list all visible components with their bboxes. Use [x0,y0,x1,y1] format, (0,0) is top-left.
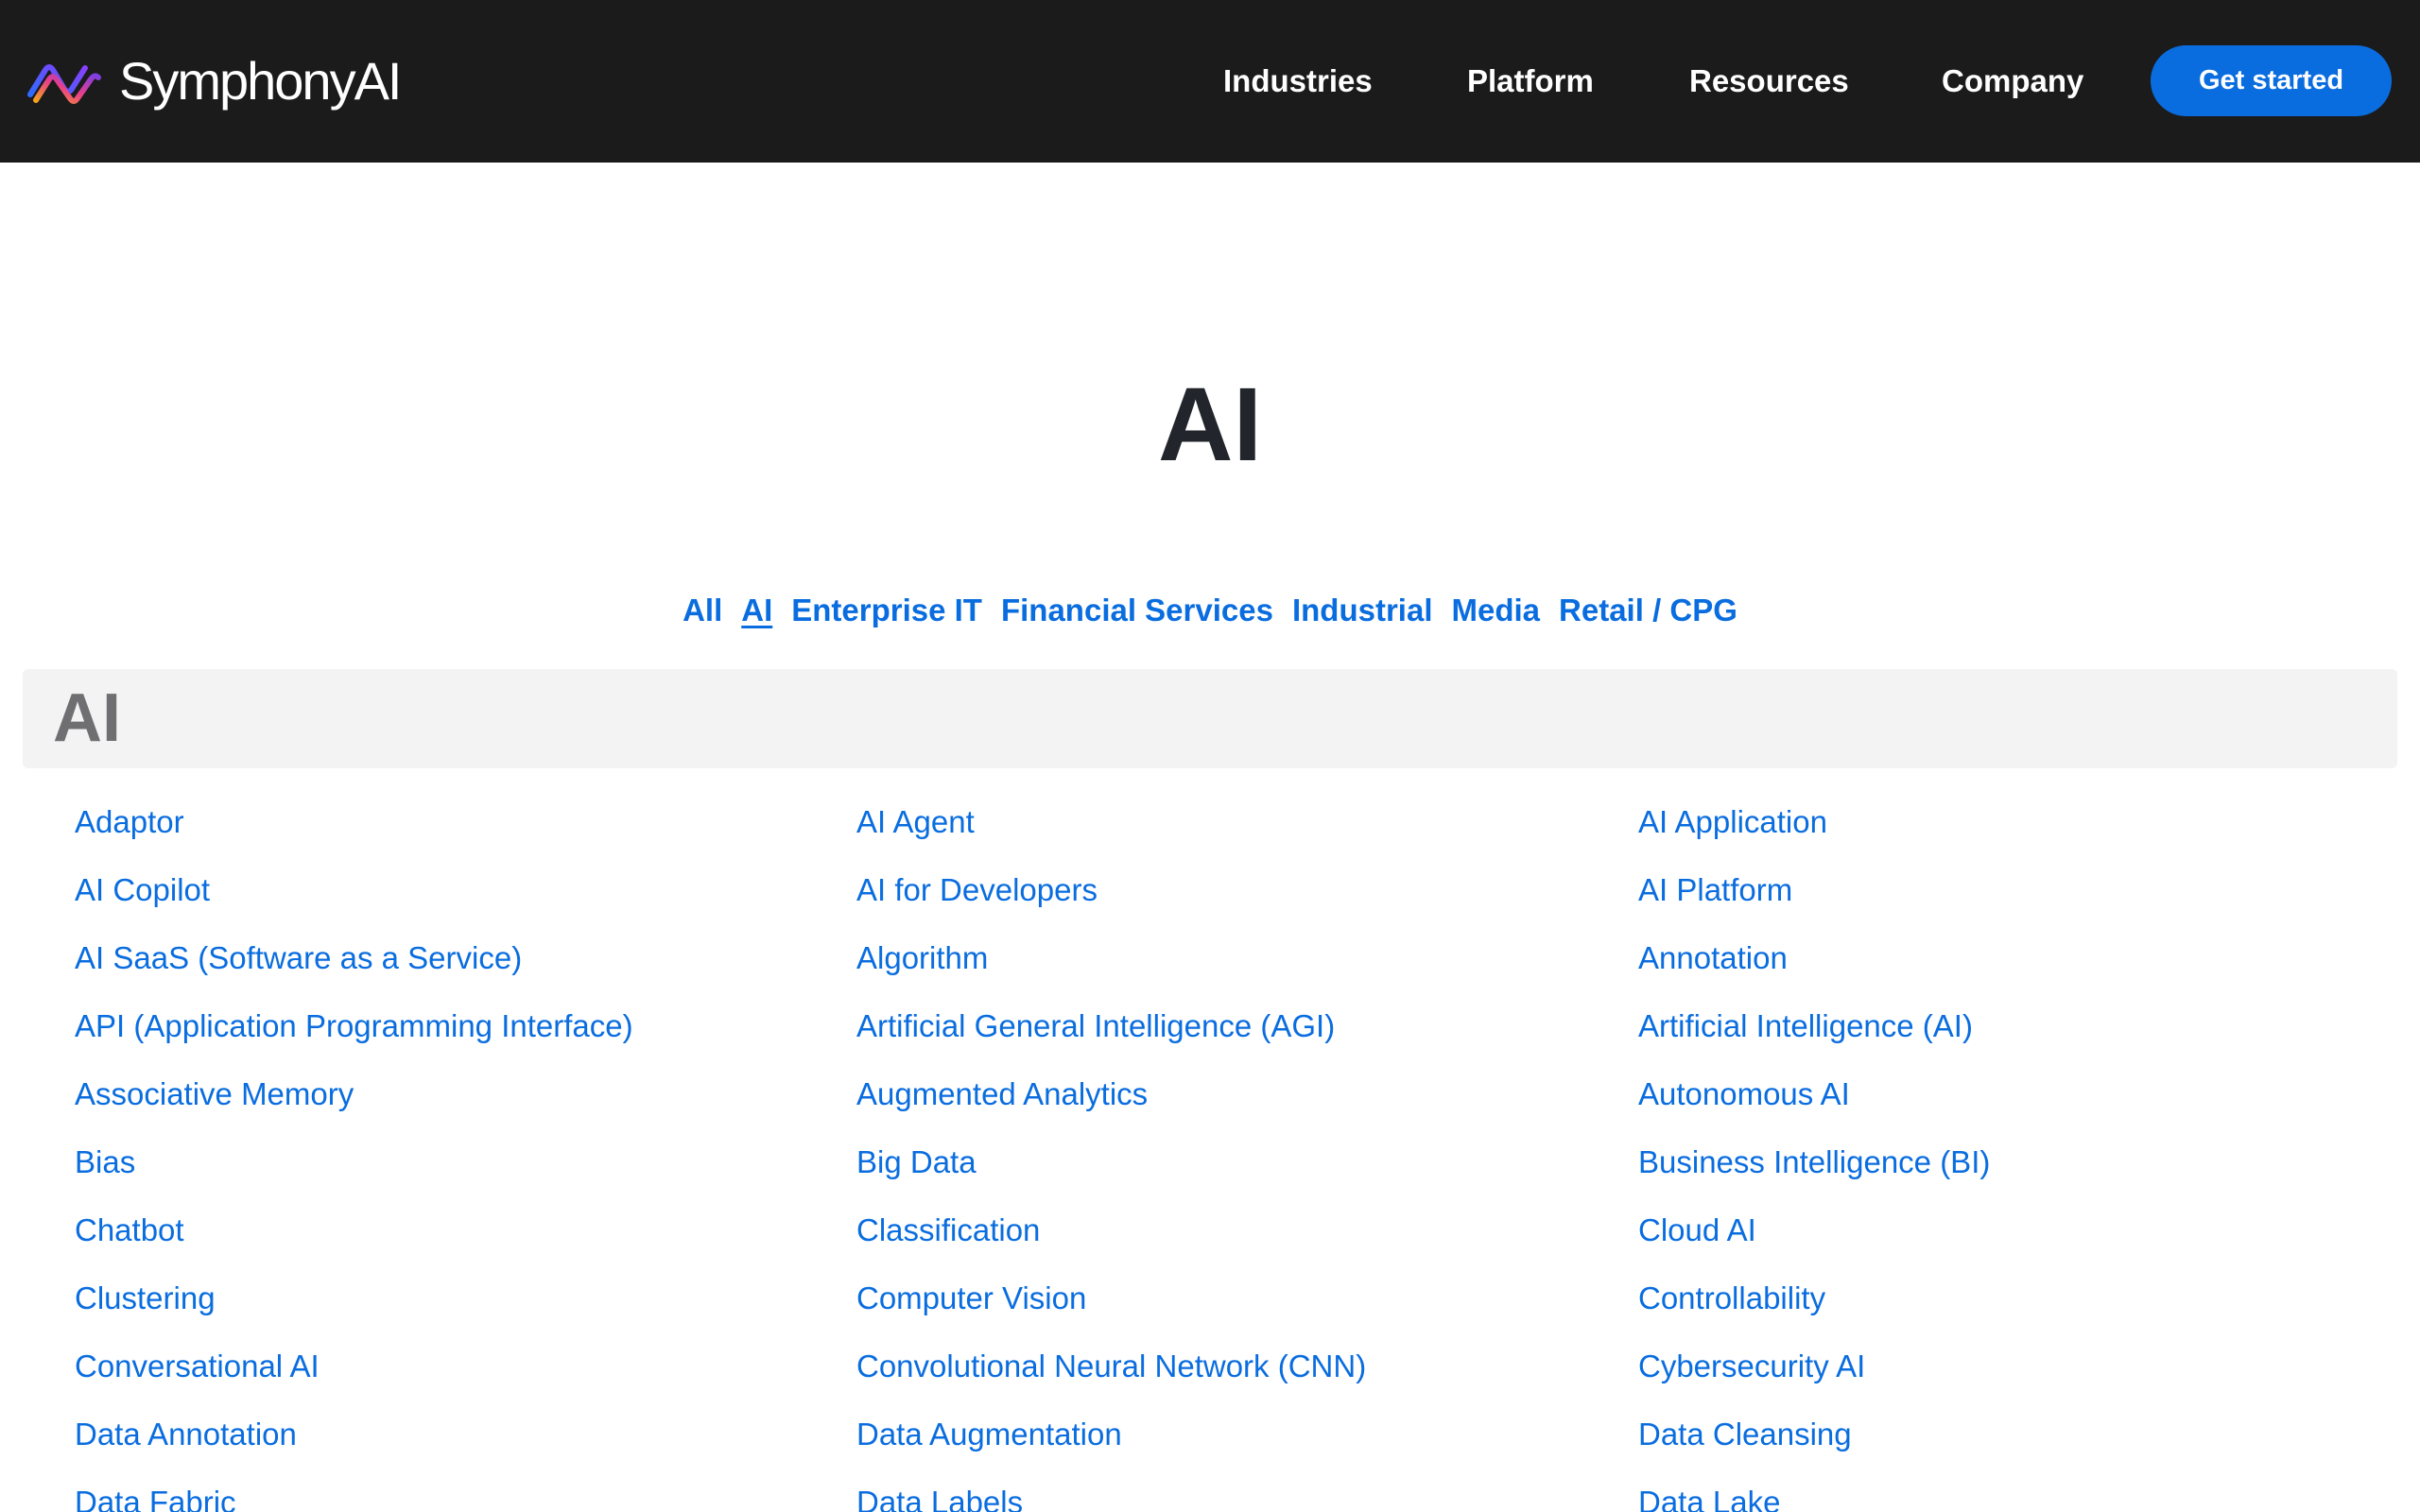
term-link[interactable]: Chatbot [75,1204,856,1272]
term-link[interactable]: Data Augmentation [856,1408,1638,1476]
term-link[interactable]: Bias [75,1136,856,1204]
filter-financial-services[interactable]: Financial Services [1001,588,1273,633]
section-header: AI [23,669,2397,768]
term-link[interactable]: Adaptor [75,796,856,864]
term-link[interactable]: Artificial General Intelligence (AGI) [856,1000,1638,1068]
term-link[interactable]: AI Platform [1638,864,2400,932]
filter-media[interactable]: Media [1452,588,1541,633]
term-link[interactable]: Autonomous AI [1638,1068,2400,1136]
term-link[interactable]: Associative Memory [75,1068,856,1136]
term-link[interactable]: Big Data [856,1136,1638,1204]
filter-ai[interactable]: AI [741,588,772,633]
term-link[interactable]: Classification [856,1204,1638,1272]
term-link[interactable]: Data Cleansing [1638,1408,2400,1476]
get-started-button[interactable]: Get started [2151,45,2392,116]
term-link[interactable]: AI Application [1638,796,2400,864]
term-link[interactable]: Augmented Analytics [856,1068,1638,1136]
filter-retail-cpg[interactable]: Retail / CPG [1559,588,1737,633]
term-link[interactable]: Computer Vision [856,1272,1638,1340]
term-link[interactable]: Algorithm [856,932,1638,1000]
term-link[interactable]: Data Annotation [75,1408,856,1476]
term-link[interactable]: Controllability [1638,1272,2400,1340]
term-link[interactable]: Cloud AI [1638,1204,2400,1272]
site-header: SymphonyAI Industries Platform Resources… [0,0,2420,163]
term-link[interactable]: AI for Developers [856,864,1638,932]
term-link[interactable]: Clustering [75,1272,856,1340]
term-link[interactable]: Artificial Intelligence (AI) [1638,1000,2400,1068]
term-link[interactable]: AI Agent [856,796,1638,864]
glossary-term-list: Adaptor AI Agent AI Application AI Copil… [75,796,2400,1512]
nav-company[interactable]: Company [1942,59,2083,104]
filter-enterprise-it[interactable]: Enterprise IT [791,588,982,633]
term-link[interactable]: Annotation [1638,932,2400,1000]
filter-all[interactable]: All [683,588,722,633]
main-nav: Industries Platform Resources Company [0,59,2420,104]
term-link[interactable]: Data Labels [856,1476,1638,1512]
term-link[interactable]: API (Application Programming Interface) [75,1000,856,1068]
nav-resources[interactable]: Resources [1689,59,1849,104]
filter-industrial[interactable]: Industrial [1292,588,1433,633]
page-title: AI [1158,367,1262,483]
term-link[interactable]: Data Lake [1638,1476,2400,1512]
term-link[interactable]: AI Copilot [75,864,856,932]
category-filter-bar: All AI Enterprise IT Financial Services … [0,588,2420,633]
nav-platform[interactable]: Platform [1467,59,1594,104]
term-link[interactable]: AI SaaS (Software as a Service) [75,932,856,1000]
term-link[interactable]: Cybersecurity AI [1638,1340,2400,1408]
nav-industries[interactable]: Industries [1223,59,1373,104]
term-link[interactable]: Data Fabric [75,1476,856,1512]
term-link[interactable]: Business Intelligence (BI) [1638,1136,2400,1204]
term-link[interactable]: Conversational AI [75,1340,856,1408]
term-link[interactable]: Convolutional Neural Network (CNN) [856,1340,1638,1408]
section-heading: AI [53,680,121,756]
